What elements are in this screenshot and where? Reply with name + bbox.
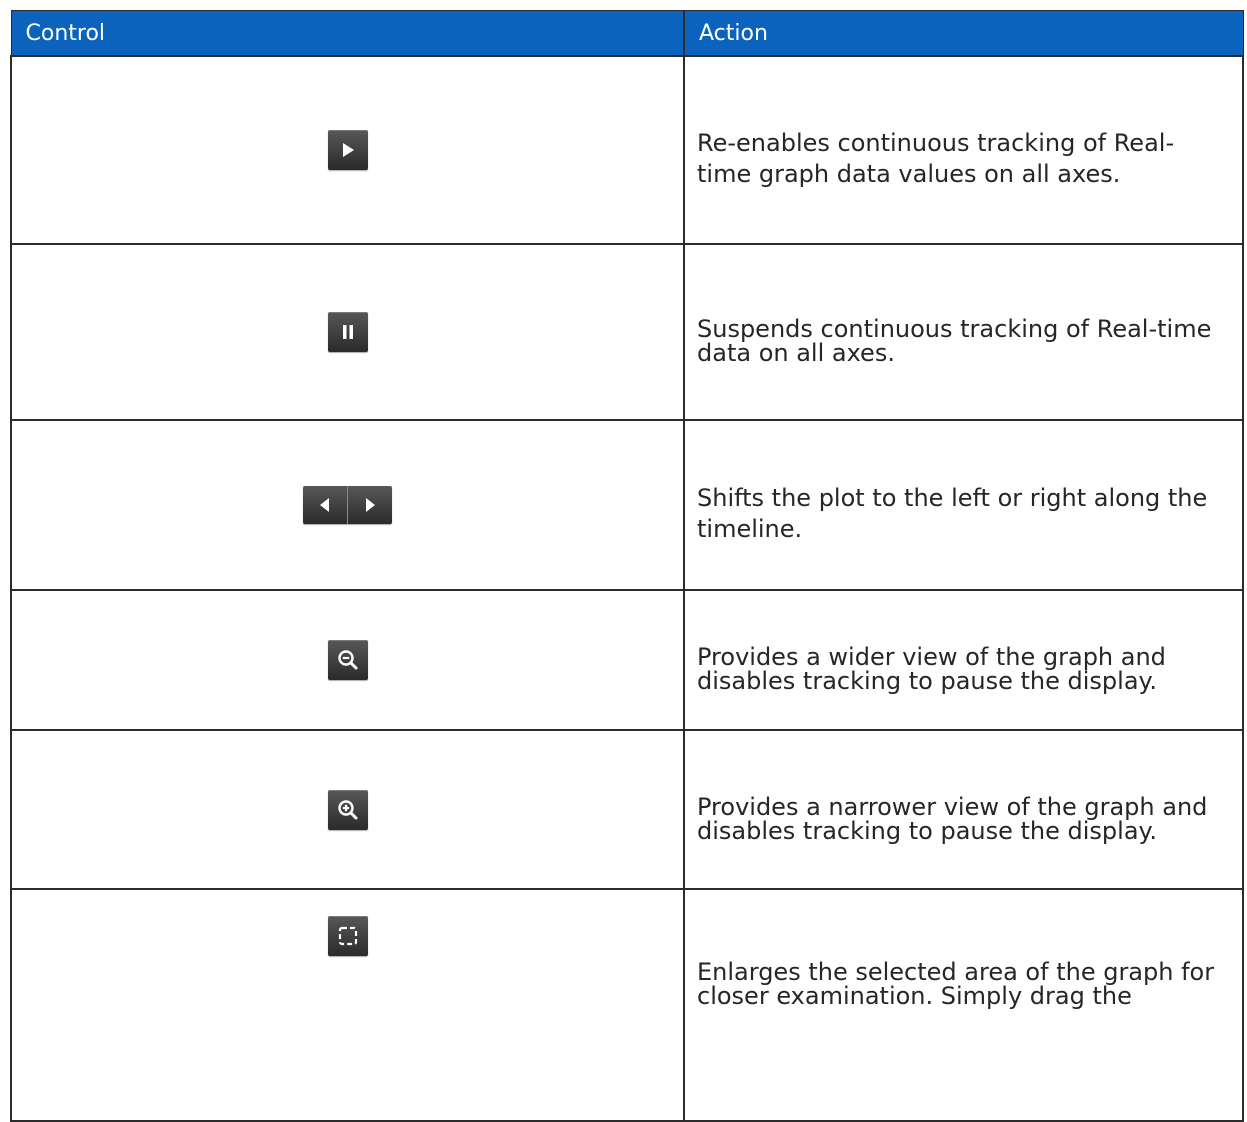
control-cell (10, 56, 685, 245)
chevron-left-icon (319, 497, 331, 513)
table-header-row: Control Action (10, 10, 1244, 57)
action-description: Provides a wider view of the graph and d… (683, 590, 1244, 731)
control-cell (10, 889, 685, 1122)
zoom-out-button[interactable] (327, 640, 368, 680)
zoom-in-icon (337, 799, 359, 821)
table-row: Provides a wider view of the graph and d… (10, 590, 1244, 731)
play-icon (341, 142, 355, 158)
control-cell (10, 590, 685, 731)
table-row: Enlarges the selected area of the graph … (10, 889, 1244, 1122)
pause-icon (341, 324, 355, 340)
table-row: Provides a narrower view of the graph an… (10, 730, 1244, 890)
action-description: Shifts the plot to the left or right alo… (683, 420, 1244, 591)
controls-table: Control Action Re-enables continuous tra… (10, 10, 1244, 1122)
table-row: Shifts the plot to the left or right alo… (10, 420, 1244, 591)
column-header-control: Control (10, 10, 685, 57)
scroll-right-button[interactable] (348, 486, 392, 524)
scroll-button-pair (303, 486, 392, 524)
control-cell (10, 730, 685, 890)
chevron-right-icon (364, 497, 376, 513)
column-header-action: Action (683, 10, 1244, 57)
table-row: Re-enables continuous tracking of Real-t… (10, 56, 1244, 245)
zoom-out-icon (337, 649, 359, 671)
action-description: Re-enables continuous tracking of Real-t… (683, 56, 1244, 245)
zoom-area-button[interactable] (327, 916, 368, 956)
table-row: Suspends continuous tracking of Real-tim… (10, 244, 1244, 421)
zoom-in-button[interactable] (327, 789, 368, 830)
pause-button[interactable] (327, 312, 368, 352)
scroll-left-button[interactable] (303, 486, 347, 524)
play-button[interactable] (327, 130, 368, 170)
zoom-area-icon (337, 925, 359, 947)
action-description: Enlarges the selected area of the graph … (683, 889, 1244, 1122)
action-description: Suspends continuous tracking of Real-tim… (683, 244, 1244, 421)
action-description: Provides a narrower view of the graph an… (683, 730, 1244, 890)
page: Control Action Re-enables continuous tra… (0, 0, 1247, 1122)
control-cell (10, 420, 685, 591)
control-cell (10, 244, 685, 421)
